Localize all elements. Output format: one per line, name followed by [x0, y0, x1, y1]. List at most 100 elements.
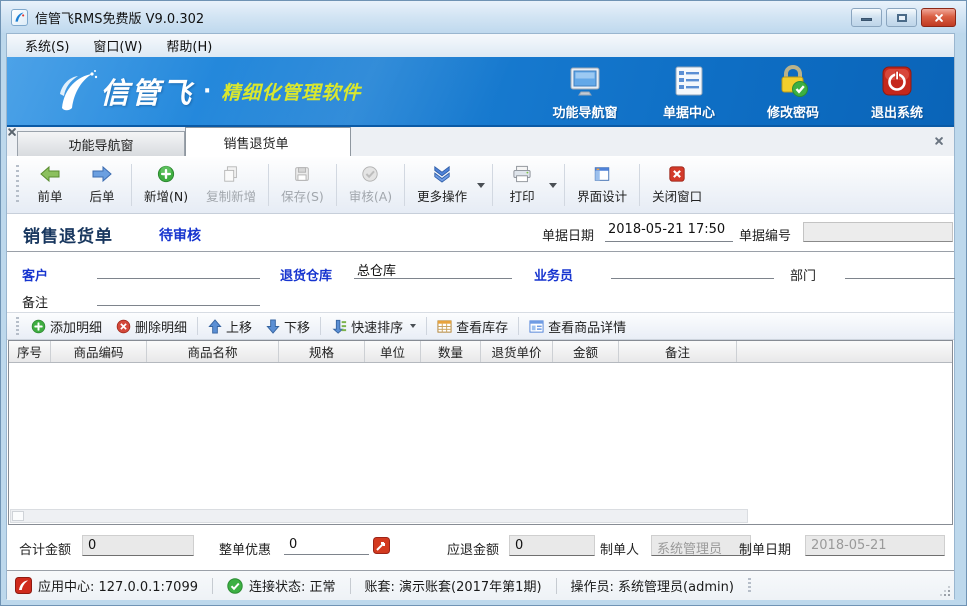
- connection-ok-icon: [227, 578, 243, 594]
- nav-change-password[interactable]: 修改密码: [754, 62, 832, 121]
- plus-circle-icon: [31, 319, 46, 334]
- remark-label: 备注: [22, 292, 48, 311]
- app-logo-icon: [11, 9, 28, 26]
- delete-detail-button[interactable]: 删除明细: [109, 314, 194, 339]
- minimize-button[interactable]: [851, 8, 882, 27]
- tab-function-navigator[interactable]: 功能导航窗: [17, 131, 185, 156]
- total-amount-label: 合计金额: [19, 539, 71, 558]
- copy-icon: [221, 165, 241, 183]
- printer-icon: [511, 165, 533, 183]
- brand-slogan: 精细化管理软件: [221, 78, 361, 105]
- app-center-icon: [15, 577, 32, 594]
- close-button[interactable]: [921, 8, 956, 27]
- add-detail-button[interactable]: 添加明细: [24, 314, 109, 339]
- warehouse-field[interactable]: 总仓库: [354, 260, 512, 279]
- department-field[interactable]: [845, 260, 955, 279]
- detail-list-icon: [529, 319, 544, 334]
- move-down-button[interactable]: 下移: [259, 314, 317, 339]
- view-stock-button[interactable]: 查看库存: [430, 314, 515, 339]
- col-product-code[interactable]: 商品编码: [51, 341, 147, 362]
- col-spec[interactable]: 规格: [279, 341, 365, 362]
- close-red-icon: [667, 165, 687, 183]
- tab-sales-return[interactable]: 销售退货单: [185, 127, 351, 156]
- horizontal-scrollbar[interactable]: [10, 509, 748, 523]
- window-frame: 系统(S) 窗口(W) 帮助(H) 信管飞 · 精细化管理软件: [6, 33, 955, 599]
- form-header: 销售退货单 待审核 单据日期 2018-05-21 17:50 单据编号: [7, 214, 954, 252]
- form-fields: 客户 退货仓库 总仓库 业务员 部门 备注: [7, 252, 954, 312]
- warehouse-label: 退货仓库: [280, 265, 332, 284]
- brand-logo: 信管飞 · 精细化管理软件: [52, 68, 361, 114]
- discount-label: 整单优惠: [219, 539, 271, 558]
- delete-circle-icon: [116, 319, 131, 334]
- detail-toolbar-grip[interactable]: [16, 317, 19, 335]
- col-return-price[interactable]: 退货单价: [481, 341, 553, 362]
- nav-document-center[interactable]: 单据中心: [650, 62, 728, 121]
- statusbar-grip: [748, 578, 751, 594]
- department-label: 部门: [790, 265, 816, 284]
- print-dropdown-icon[interactable]: [549, 183, 557, 188]
- audit-button[interactable]: 审核(A): [340, 161, 401, 209]
- arrow-left-icon: [39, 165, 61, 183]
- col-amount[interactable]: 金额: [553, 341, 619, 362]
- lock-check-icon: [775, 62, 811, 100]
- prev-doc-button[interactable]: 前单: [24, 161, 76, 209]
- sort-icon: [331, 319, 347, 334]
- banner-nav: 功能导航窗 单据中心 修改密码: [546, 62, 936, 121]
- arrow-right-icon: [91, 165, 113, 183]
- check-circle-icon: [360, 165, 380, 183]
- grid-body[interactable]: [9, 363, 952, 508]
- col-seq[interactable]: 序号: [9, 341, 51, 362]
- operator-status: 操作员: 系统管理员(admin): [571, 576, 734, 595]
- close-window-button[interactable]: 关闭窗口: [643, 161, 711, 209]
- discount-edit-icon[interactable]: [373, 537, 390, 554]
- tabstrip-close-icon[interactable]: [932, 134, 946, 148]
- more-actions-dropdown-icon[interactable]: [477, 183, 485, 188]
- menu-bar: 系统(S) 窗口(W) 帮助(H): [7, 34, 954, 57]
- logo-swoosh-icon: [52, 68, 100, 114]
- col-unit[interactable]: 单位: [365, 341, 421, 362]
- customer-field[interactable]: [97, 260, 260, 279]
- quick-sort-button[interactable]: 快速排序: [324, 314, 423, 339]
- sales-return-form: 销售退货单 待审核 单据日期 2018-05-21 17:50 单据编号 客户 …: [7, 214, 954, 600]
- brand-separator: ·: [203, 79, 211, 104]
- toolbar-grip[interactable]: [16, 165, 19, 205]
- grid-header: 序号 商品编码 商品名称 规格 单位 数量 退货单价 金额 备注: [9, 341, 952, 363]
- menu-help[interactable]: 帮助(H): [154, 34, 224, 57]
- main-toolbar: 前单 后单 新增(N) 复制新增 保存(S) 审: [7, 157, 954, 214]
- doc-date-field[interactable]: 2018-05-21 17:50: [605, 222, 733, 242]
- ui-design-button[interactable]: 界面设计: [568, 161, 636, 209]
- copy-new-button[interactable]: 复制新增: [197, 161, 265, 209]
- plus-circle-icon: [156, 165, 176, 183]
- totals-row: 合计金额 0 整单优惠 0 应退金额 0 制单人 系统管理员 制单日期 2018…: [7, 525, 954, 570]
- detail-grid: 序号 商品编码 商品名称 规格 单位 数量 退货单价 金额 备注: [8, 340, 953, 525]
- nav-function-navigator[interactable]: 功能导航窗: [546, 62, 624, 121]
- refund-amount-label: 应退金额: [447, 539, 499, 558]
- col-remark[interactable]: 备注: [619, 341, 737, 362]
- discount-field[interactable]: 0: [284, 535, 369, 555]
- scrollbar-thumb[interactable]: [12, 511, 24, 521]
- view-product-detail-button[interactable]: 查看商品详情: [522, 314, 633, 339]
- more-actions-button[interactable]: 更多操作: [408, 161, 476, 209]
- doc-date-label: 单据日期: [542, 225, 594, 244]
- salesman-field[interactable]: [611, 260, 774, 279]
- move-up-button[interactable]: 上移: [201, 314, 259, 339]
- tab-strip: 功能导航窗 销售退货单: [7, 127, 954, 157]
- restore-button[interactable]: [886, 8, 917, 27]
- window-design-icon: [592, 165, 612, 183]
- menu-window[interactable]: 窗口(W): [81, 34, 154, 57]
- tab-close-icon[interactable]: [303, 137, 313, 147]
- save-button[interactable]: 保存(S): [272, 161, 333, 209]
- menu-system[interactable]: 系统(S): [13, 34, 81, 57]
- nav-exit-system[interactable]: 退出系统: [858, 62, 936, 121]
- next-doc-button[interactable]: 后单: [76, 161, 128, 209]
- doc-no-label: 单据编号: [739, 225, 791, 244]
- account-set-status: 账套: 演示账套(2017年第1期): [365, 576, 542, 595]
- resize-grip-icon[interactable]: [939, 585, 951, 597]
- col-quantity[interactable]: 数量: [421, 341, 481, 362]
- doc-no-field: [803, 222, 953, 242]
- remark-field[interactable]: [97, 287, 260, 306]
- print-button[interactable]: 打印: [496, 161, 548, 209]
- col-product-name[interactable]: 商品名称: [147, 341, 279, 362]
- new-button[interactable]: 新增(N): [135, 161, 197, 209]
- double-chevron-icon: [431, 165, 453, 183]
